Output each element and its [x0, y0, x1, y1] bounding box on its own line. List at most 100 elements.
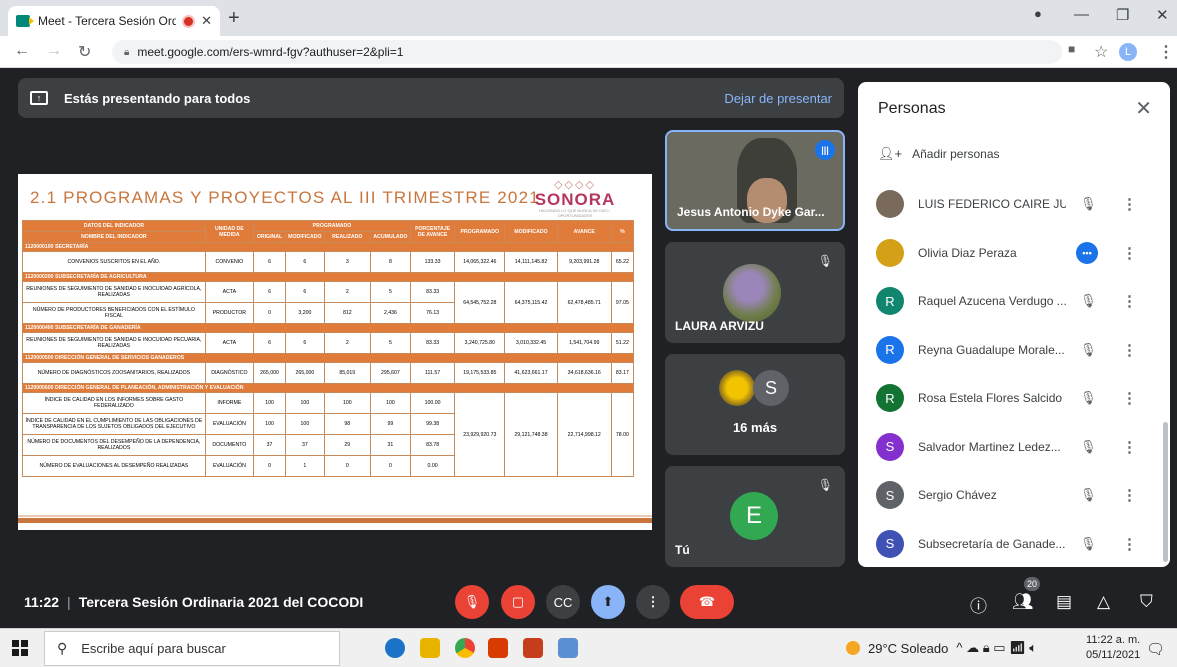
speaking-indicator-icon: •••: [1076, 241, 1098, 264]
tray-icons[interactable]: ^ ☁ 🔒︎ ▭ 📶︎ 🔈︎: [956, 640, 1037, 656]
sonora-logo-text: SONORA: [534, 190, 616, 209]
cell-name: ÍNDICE DE CALIDAD EN EL CUMPLIMIENTO DE …: [22, 413, 206, 435]
tab-close-icon[interactable]: ✕: [201, 13, 212, 29]
more-vert-icon[interactable]: ⋮: [1122, 244, 1137, 262]
taskbar-search[interactable]: ⚲ Escribe aquí para buscar: [44, 631, 340, 666]
cell: 76.13: [410, 302, 456, 324]
add-people-button[interactable]: 👤︎+ Añadir personas: [878, 146, 1000, 162]
taskbar-clock[interactable]: 11:22 a. m. 05/11/2021: [1086, 633, 1140, 663]
more-options-button[interactable]: ⋮: [636, 585, 670, 619]
people-icon[interactable]: 👥︎: [1012, 592, 1034, 612]
people-panel: Personas ✕ 👤︎+ Añadir personas LUIS FEDE…: [858, 82, 1170, 567]
more-vert-icon[interactable]: ⋮: [1122, 438, 1137, 456]
notifications-icon[interactable]: 🗨︎: [1146, 640, 1165, 658]
list-item[interactable]: R Raquel Azucena Verdugo ... 🎙︎ ⋮: [858, 277, 1170, 325]
participant-tile-laura[interactable]: 🎙︎ LAURA ARVIZU: [665, 242, 845, 343]
reload-icon[interactable]: ↻: [78, 42, 91, 62]
list-item[interactable]: R Reyna Guadalupe Morale... 🎙︎ ⋮: [858, 326, 1170, 374]
chrome-icon[interactable]: [455, 638, 475, 658]
more-vert-icon[interactable]: ⋮: [1122, 486, 1137, 504]
camera-in-use-icon[interactable]: ■: [1068, 42, 1075, 56]
cell: 99.38: [410, 413, 456, 435]
list-item[interactable]: S Salvador Martinez Ledez... 🎙︎ ⋮: [858, 423, 1170, 471]
more-vert-icon[interactable]: ⋮: [1122, 535, 1137, 553]
participants-count-badge: 20: [1024, 577, 1040, 591]
browser-tab[interactable]: Meet - Tercera Sesión Ordina ✕: [8, 6, 220, 36]
cell: 2: [323, 281, 371, 303]
office-icon[interactable]: [488, 638, 508, 658]
more-vert-icon[interactable]: ⋮: [1122, 389, 1137, 407]
list-item[interactable]: S Sergio Chávez 🎙︎ ⋮: [858, 471, 1170, 519]
edge-icon[interactable]: [385, 638, 405, 658]
new-tab-button[interactable]: +: [228, 8, 240, 28]
cell: 6: [252, 251, 287, 273]
file-explorer-icon[interactable]: [420, 638, 440, 658]
camera-toggle-button[interactable]: ▢: [501, 585, 535, 619]
more-vert-icon[interactable]: ⋮: [1122, 341, 1137, 359]
participant-name: LUIS FEDERICO CAIRE JU...: [918, 197, 1066, 211]
cell: 100.00: [410, 392, 456, 414]
minimize-button[interactable]: —: [1074, 6, 1089, 23]
windows-start-icon[interactable]: [12, 640, 28, 656]
list-item[interactable]: S Subsecretaría de Ganade... 🎙︎ ⋮: [858, 520, 1170, 568]
presenting-text: Estás presentando para todos: [64, 90, 251, 106]
list-item[interactable]: Olivia Diaz Peraza ••• ⋮: [858, 229, 1170, 277]
back-icon[interactable]: ←: [14, 42, 30, 60]
participant-tile-jesus[interactable]: ||| Jesus Antonio Dyke Gar...: [665, 130, 845, 231]
cell: 22,714,998.12: [556, 392, 612, 477]
activities-icon[interactable]: △: [1097, 592, 1110, 612]
header-porcentaje: PORCENTAJE DE AVANCE: [410, 220, 456, 243]
search-icon: ⚲: [57, 640, 68, 656]
cell-unit: EVALUACIÓN: [204, 455, 254, 477]
cell: 83.78: [410, 434, 456, 456]
header-datos: DATOS DEL INDICADOR: [22, 220, 206, 232]
more-vert-icon: ⋮: [646, 594, 660, 609]
cell: 265,000: [285, 362, 325, 384]
restore-button[interactable]: ❐: [1116, 6, 1129, 24]
meeting-details-icon[interactable]: ⓘ: [970, 592, 987, 617]
header-programado: PROGRAMADO: [454, 220, 506, 243]
participant-tile-you[interactable]: 🎙︎ E Tú: [665, 466, 845, 567]
chat-icon[interactable]: ▤: [1056, 592, 1072, 612]
mic-toggle-button[interactable]: 🎙︎: [455, 585, 489, 619]
stop-presenting-button[interactable]: Dejar de presentar: [724, 91, 832, 106]
list-item[interactable]: R Rosa Estela Flores Salcido 🎙︎ ⋮: [858, 374, 1170, 422]
mic-off-icon: 🎙︎: [1080, 390, 1097, 405]
powerpoint-icon[interactable]: [523, 638, 543, 658]
cell: 34,618,636.16: [556, 362, 612, 384]
avatar: R: [876, 384, 904, 412]
more-vert-icon[interactable]: ⋮: [1122, 292, 1137, 310]
slide-footer-bar: [18, 518, 652, 523]
profile-avatar[interactable]: L: [1119, 43, 1137, 61]
leave-call-button[interactable]: ☎: [680, 585, 734, 619]
forward-icon[interactable]: →: [46, 42, 62, 60]
system-tray: 29°C Soleado ^ ☁ 🔒︎ ▭ 📶︎ 🔈︎: [846, 640, 1037, 656]
more-vert-icon[interactable]: ⋮: [1122, 195, 1137, 213]
cell: 23,929,920.73: [454, 392, 506, 477]
address-bar[interactable]: 🔒︎ meet.google.com/ers-wmrd-fgv?authuser…: [112, 40, 1062, 64]
captions-button[interactable]: CC: [546, 585, 580, 619]
tab-search-icon[interactable]: ●: [1034, 6, 1042, 21]
close-icon[interactable]: ✕: [1135, 96, 1152, 121]
cell: 14,065,322.46: [454, 251, 506, 273]
meeting-time: 11:22: [24, 594, 60, 610]
table-row: CONVENIOS SUSCRITOS EN EL AÑO. CONVENIO …: [22, 251, 635, 273]
scrollbar[interactable]: [1163, 422, 1168, 562]
present-button[interactable]: ⬆: [591, 585, 625, 619]
app-icon[interactable]: [558, 638, 578, 658]
participant-name: Reyna Guadalupe Morale...: [918, 342, 1065, 357]
weather-text[interactable]: 29°C Soleado: [868, 641, 948, 656]
browser-menu-icon[interactable]: ⋮: [1158, 42, 1174, 62]
host-controls-icon[interactable]: ⛉: [1140, 592, 1153, 612]
bookmark-star-icon[interactable]: ☆: [1094, 42, 1108, 62]
participant-name: Sergio Chávez: [918, 488, 997, 502]
meeting-info: 11:22 | Tercera Sesión Ordinaria 2021 del …: [24, 594, 363, 610]
weather-sun-icon: [846, 641, 860, 655]
cell: 0.00: [410, 455, 456, 477]
mic-off-icon: 🎙︎: [1080, 487, 1097, 502]
mic-off-icon: 🎙︎: [817, 478, 833, 492]
list-item[interactable]: LUIS FEDERICO CAIRE JU... 🎙︎ ⋮: [858, 180, 1170, 228]
participant-tile-more[interactable]: S 16 más: [665, 354, 845, 455]
window-close-button[interactable]: ✕: [1156, 6, 1169, 24]
mic-off-icon: 🎙︎: [1080, 293, 1097, 308]
